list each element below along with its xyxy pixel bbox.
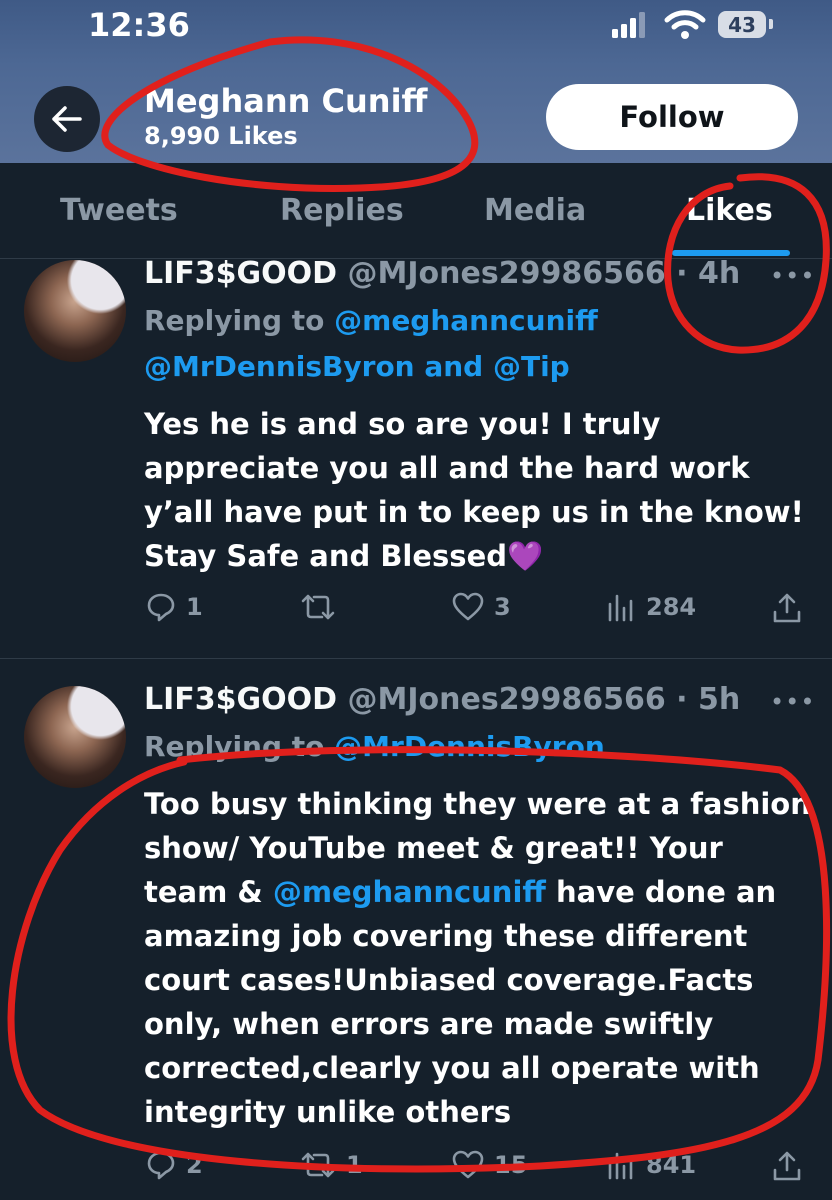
views-count: 284 [646,593,697,621]
views-chart-icon [608,1152,633,1180]
tweet-actions: 2 1 15 841 [0,1150,832,1190]
replying-to: Replying to @meghanncuniff @MrDennisByro… [144,298,598,390]
tweet[interactable]: LIF3$GOOD @MJones29986566 · 5h ••• Reply… [0,682,832,1200]
display-name[interactable]: LIF3$GOOD [144,682,337,717]
arrow-left-icon [52,106,82,132]
mention-link[interactable]: @meghanncuniff [334,304,598,337]
more-options-icon[interactable]: ••• [770,262,815,290]
tweet-text: Yes he is and so are you! I truly apprec… [144,407,804,573]
status-time: 12:36 [88,6,190,44]
profile-header: 12:36 43 Meghann Cuniff 8,990 Likes Foll… [0,0,832,163]
retweet-icon [301,1152,335,1178]
tweet-time[interactable]: 5h [698,682,740,717]
tab-tweets[interactable]: Tweets [60,193,178,228]
tweet-actions: 1 3 284 [0,592,832,632]
reply-count: 1 [186,593,203,621]
like-count: 15 [494,1151,528,1179]
tweet-header: LIF3$GOOD @MJones29986566 · 5h [144,682,741,717]
profile-name: Meghann Cuniff [144,82,428,120]
retweet-count: 1 [346,1151,363,1179]
share-button[interactable] [772,592,802,624]
more-options-icon[interactable]: ••• [770,688,815,716]
share-icon [773,593,801,623]
tab-replies[interactable]: Replies [280,193,404,228]
like-count: 3 [494,593,511,621]
views-button[interactable]: 284 [606,592,696,622]
replying-to: Replying to @MrDennisByron [144,724,605,770]
mention-link[interactable]: @MrDennisByron [334,730,605,763]
like-button[interactable]: 3 [452,592,511,622]
reply-count: 2 [186,1151,203,1179]
tab-likes[interactable]: Likes [686,193,773,228]
replying-prefix: Replying to [144,304,325,337]
views-count: 841 [646,1151,697,1179]
mention-link[interactable]: @meghanncuniff [273,875,546,909]
reply-icon [147,593,175,622]
avatar[interactable] [24,260,126,362]
tweet-time[interactable]: 4h [698,256,740,291]
likes-count: 8,990 Likes [144,122,298,150]
retweet-button[interactable]: 1 [300,1150,363,1180]
heart-icon [452,592,484,621]
user-handle[interactable]: @MJones29986566 [348,682,666,717]
reply-button[interactable]: 1 [146,592,203,622]
retweet-icon [301,594,335,620]
share-button[interactable] [772,1150,802,1182]
views-chart-icon [608,594,633,622]
tweet[interactable]: LIF3$GOOD @MJones29986566 · 4h ••• Reply… [0,256,832,658]
reply-button[interactable]: 2 [146,1150,203,1180]
heart-icon [452,1150,484,1179]
status-bar: 12:36 43 [0,0,832,55]
wifi-icon [664,10,706,39]
tweet-header: LIF3$GOOD @MJones29986566 · 4h [144,256,741,291]
cellular-signal-icon [612,12,645,38]
back-button[interactable] [34,86,100,152]
tab-media[interactable]: Media [484,193,586,228]
reply-icon [147,1151,175,1180]
battery-nub [769,19,773,29]
avatar[interactable] [24,686,126,788]
views-button[interactable]: 841 [606,1150,696,1180]
profile-tabs: Tweets Replies Media Likes [0,163,832,259]
user-handle[interactable]: @MJones29986566 [348,256,666,291]
share-icon [773,1151,801,1181]
follow-button[interactable]: Follow [546,84,798,150]
battery-indicator: 43 [718,11,766,38]
display-name[interactable]: LIF3$GOOD [144,256,337,291]
tweet-divider [0,658,832,659]
tweet-text: Too busy thinking they were at a fashion… [144,782,814,1134]
tweet-text-part: have done an amazing job covering these … [144,875,777,1129]
retweet-button[interactable] [300,592,346,622]
like-button[interactable]: 15 [452,1150,527,1180]
mention-link[interactable]: @MrDennisByron and @Tip [144,350,570,383]
replying-prefix: Replying to [144,730,325,763]
